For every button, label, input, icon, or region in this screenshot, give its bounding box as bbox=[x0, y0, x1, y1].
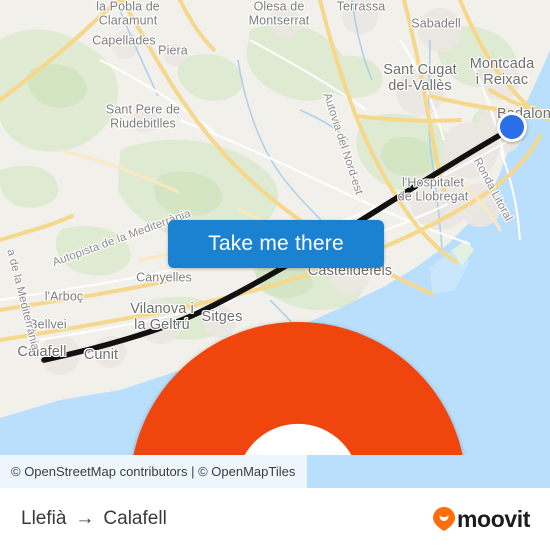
moovit-route-card: la Pobla de Claramunt Olesa de Montserrat… bbox=[0, 0, 550, 550]
route-summary: Llefià → Calafell bbox=[21, 508, 167, 530]
end-marker[interactable] bbox=[23, 322, 463, 455]
map-pin-icon bbox=[133, 322, 463, 455]
map-attribution: © OpenStreetMap contributors | © OpenMap… bbox=[0, 455, 307, 488]
attribution-text: © OpenStreetMap contributors | © OpenMap… bbox=[11, 464, 296, 479]
moovit-logo[interactable]: moovit bbox=[433, 506, 530, 533]
start-marker[interactable] bbox=[497, 112, 527, 142]
take-me-there-button[interactable]: Take me there bbox=[168, 220, 384, 268]
arrow-right-icon: → bbox=[75, 508, 95, 529]
map-canvas[interactable]: la Pobla de Claramunt Olesa de Montserrat… bbox=[0, 0, 550, 455]
route-origin: Llefià bbox=[21, 508, 67, 529]
moovit-pin-icon bbox=[433, 507, 455, 531]
route-destination: Calafell bbox=[103, 508, 167, 529]
card-footer: Llefià → Calafell moovit bbox=[0, 488, 550, 550]
attribution-sea-strip bbox=[307, 455, 550, 488]
moovit-wordmark: moovit bbox=[457, 505, 530, 532]
